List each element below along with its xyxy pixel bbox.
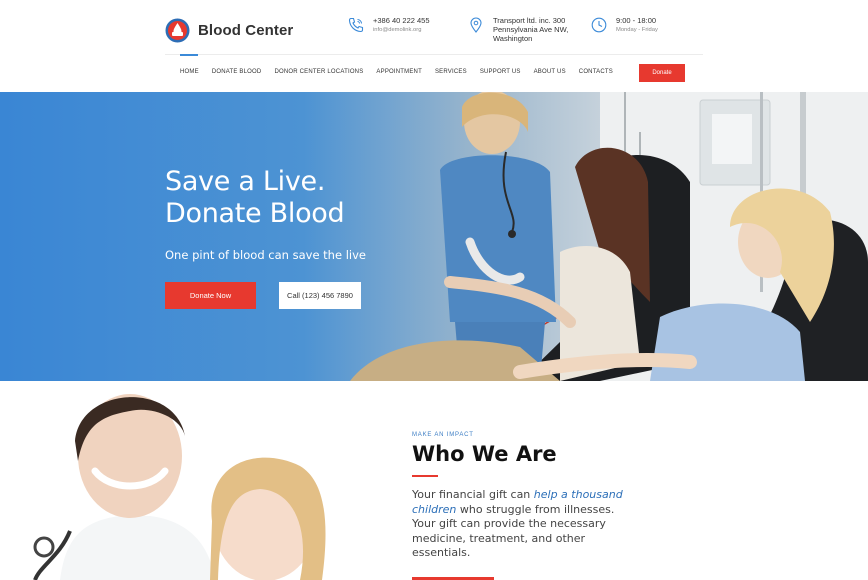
header-divider	[165, 54, 703, 55]
location-pin-icon	[470, 17, 482, 33]
opening-hours: 9:00 - 18:00	[616, 16, 657, 25]
nav-item-about-us[interactable]: About Us	[534, 69, 566, 75]
nav-item-contacts[interactable]: Contacts	[579, 69, 613, 75]
donate-now-button[interactable]: Donate Now	[165, 282, 256, 309]
about-photo-doctor-child	[0, 381, 400, 580]
about-text-before: Your financial gift can	[412, 488, 534, 501]
opening-days: Monday - Friday	[616, 27, 658, 33]
doctor-child-image	[0, 381, 400, 580]
nav-item-donate-blood[interactable]: Donate Blood	[212, 69, 262, 75]
phone-icon	[348, 17, 364, 33]
hero-title-line-1: Save a Live.	[165, 166, 326, 197]
about-title-underline	[412, 475, 438, 477]
logo[interactable]: Blood Center	[165, 18, 293, 43]
nav-item-services[interactable]: Services	[435, 69, 467, 75]
nav-item-home[interactable]: Home	[180, 69, 199, 75]
hero-photo-donors	[350, 92, 868, 381]
nav-item-support-us[interactable]: Support Us	[480, 69, 521, 75]
contact-address: Transport ltd. inc. 300 Pennsylvania Ave…	[468, 16, 583, 43]
clock-icon	[591, 17, 607, 33]
about-title: Who We Are	[412, 442, 557, 466]
hero-title-line-2: Donate Blood	[165, 198, 345, 229]
contact-hours: 9:00 - 18:00 Monday - Friday	[591, 16, 658, 35]
site-header: Blood Center +386 40 222 455 info@demoli…	[0, 0, 868, 92]
blood-drop-logo-icon	[165, 18, 190, 43]
about-kicker: Make an Impact	[412, 432, 474, 438]
address-line-1: Transport ltd. inc. 300	[493, 16, 566, 25]
main-nav: Home Donate Blood Donor Center Locations…	[180, 69, 626, 75]
contact-phone: +386 40 222 455 info@demolink.org	[348, 16, 430, 35]
contact-email[interactable]: info@demolink.org	[373, 26, 430, 35]
about-text: Your financial gift can help a thousand …	[412, 488, 637, 561]
nav-item-appointment[interactable]: Appointment	[376, 69, 422, 75]
hero-subtitle: One pint of blood can save the live	[165, 248, 366, 262]
address-line-3: Washington	[493, 34, 533, 43]
address-line-2: Pennsylvania Ave NW,	[493, 25, 569, 34]
call-button[interactable]: Call (123) 456 7890	[279, 282, 361, 309]
hero-title: Save a Live. Donate Blood	[165, 166, 345, 230]
header-donate-button[interactable]: Donate	[639, 64, 685, 82]
brand-name: Blood Center	[198, 22, 294, 39]
phone-number[interactable]: +386 40 222 455	[373, 16, 430, 25]
hero-banner: Save a Live. Donate Blood One pint of bl…	[0, 92, 868, 381]
nav-active-indicator	[180, 54, 198, 56]
nav-item-donor-center-locations[interactable]: Donor Center Locations	[274, 69, 363, 75]
